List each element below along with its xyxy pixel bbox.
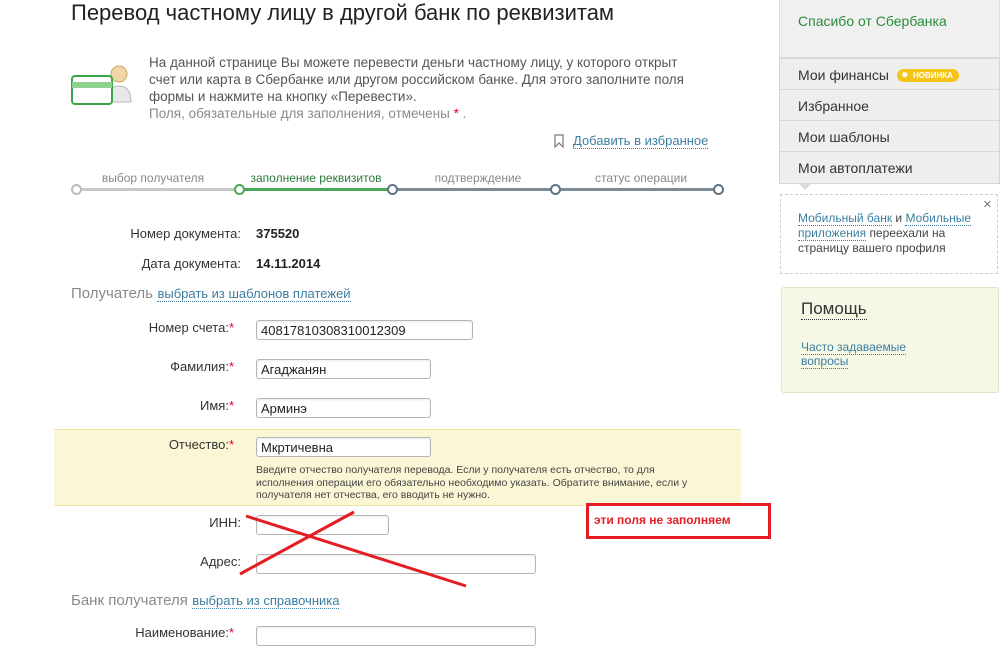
- step-dot-2: [234, 184, 245, 195]
- sidebar-menu: Мои финансы ✹ НОВИНКА Избранное Мои шабло…: [779, 58, 1000, 184]
- help-title[interactable]: Помощь: [801, 299, 867, 320]
- choose-from-directory-link[interactable]: выбрать из справочника: [192, 593, 340, 609]
- patronymic-input[interactable]: Мкртичевна: [256, 437, 431, 457]
- new-badge: ✹ НОВИНКА: [897, 69, 959, 82]
- step-label-4: статус операции: [594, 171, 688, 185]
- account-label: Номер счета:*: [148, 320, 234, 335]
- mobile-bank-link[interactable]: Мобильный банк: [798, 211, 893, 226]
- name-label: Имя:*: [200, 398, 234, 413]
- menu-pointer: [799, 184, 811, 190]
- recipient-section-header: Получатель выбрать из шаблонов платежей: [71, 285, 351, 303]
- doc-number-value: 375520: [256, 226, 300, 241]
- step-track-2: [235, 188, 392, 191]
- sidebar-item-my-finances[interactable]: Мои финансы ✹ НОВИНКА: [780, 59, 999, 90]
- spasibo-link[interactable]: Спасибо от Сбербанка: [798, 13, 947, 29]
- sidebar-item-autopayments[interactable]: Мои автоплатежи: [780, 152, 999, 183]
- step-label-1: выбор получателя: [101, 171, 205, 185]
- close-icon[interactable]: ×: [983, 196, 992, 213]
- mobile-notice-text: Мобильный банк и Мобильные приложения пе…: [798, 211, 972, 255]
- sidebar-top-panel: [779, 0, 1000, 58]
- doc-date-label: Дата документа:: [141, 256, 241, 271]
- bookmark-icon[interactable]: [554, 134, 564, 148]
- page-title: Перевод частному лицу в другой банк по р…: [71, 0, 615, 25]
- step-track-1: [75, 188, 235, 191]
- bank-section-header: Банк получателя выбрать из справочника: [71, 592, 340, 610]
- doc-number-label: Номер документа:: [130, 226, 241, 241]
- intro-text: На данной странице Вы можете перевести д…: [149, 54, 739, 122]
- step-dot-1: [71, 184, 82, 195]
- sidebar-item-templates[interactable]: Мои шаблоны: [780, 121, 999, 152]
- bank-section-title: Банк получателя: [71, 592, 188, 609]
- step-dot-5: [713, 184, 724, 195]
- faq-link[interactable]: Часто задаваемые вопросы: [801, 340, 941, 369]
- step-dot-3: [387, 184, 398, 195]
- choose-template-link[interactable]: выбрать из шаблонов платежей: [157, 286, 351, 302]
- doc-date-value: 14.11.2014: [256, 256, 321, 271]
- inn-label: ИНН:: [209, 515, 241, 530]
- surname-label: Фамилия:*: [170, 359, 234, 374]
- patronymic-label: Отчество:*: [168, 437, 234, 452]
- cross-out-annotation: [239, 510, 467, 588]
- address-label: Адрес:: [200, 554, 241, 569]
- step-label-3: подтверждение: [434, 171, 522, 185]
- annotation-text: эти поля не заполняем: [594, 513, 731, 527]
- account-input[interactable]: 40817810308310012309: [256, 320, 473, 340]
- patronymic-hint: Введите отчество получателя перевода. Ес…: [256, 464, 688, 501]
- bank-name-input[interactable]: [256, 626, 536, 646]
- sidebar-item-favorites[interactable]: Избранное: [780, 90, 999, 121]
- card-person-icon: [71, 65, 132, 105]
- name-input[interactable]: Арминэ: [256, 398, 431, 418]
- recipient-section-title: Получатель: [71, 285, 153, 302]
- star-icon: ✹: [901, 70, 909, 80]
- bank-name-label: Наименование:*: [135, 625, 234, 640]
- required-note: Поля, обязательные для заполнения, отмеч…: [149, 106, 467, 121]
- add-to-favorites-link[interactable]: Добавить в избранное: [573, 133, 709, 149]
- step-label-2: заполнение реквизитов: [250, 171, 382, 185]
- steps-progress: выбор получателя заполнение реквизитов п…: [71, 168, 724, 198]
- surname-input[interactable]: Агаджанян: [256, 359, 431, 379]
- step-dot-4: [550, 184, 561, 195]
